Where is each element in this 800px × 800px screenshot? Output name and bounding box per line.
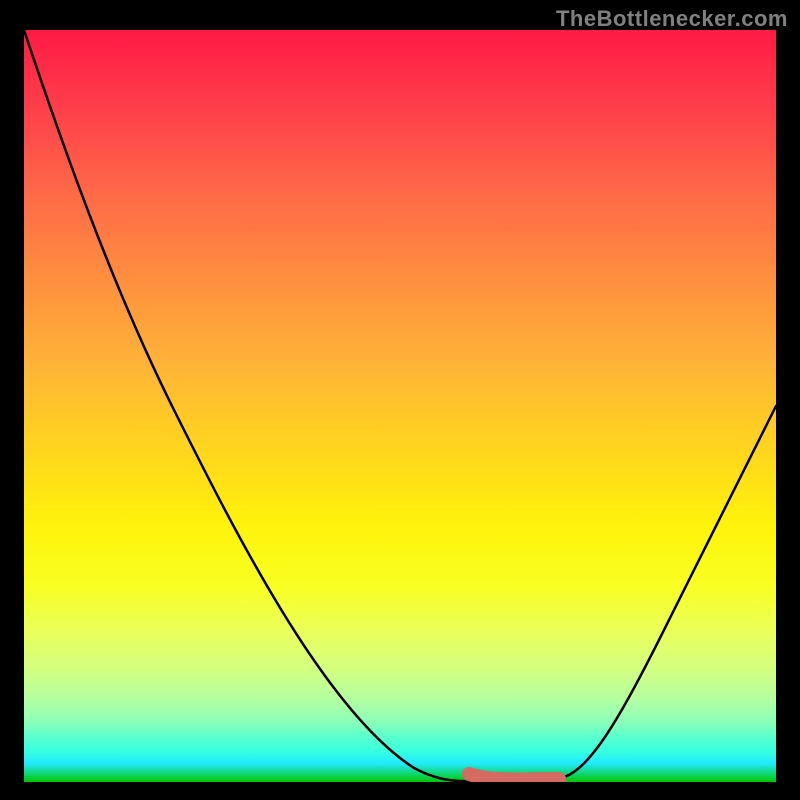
- chart-container: TheBottlenecker.com: [0, 0, 800, 800]
- optimal-range-marker: [469, 774, 559, 780]
- watermark-text: TheBottlenecker.com: [556, 6, 788, 32]
- curve-overlay: [24, 30, 776, 782]
- plot-area: [24, 30, 776, 782]
- bottleneck-curve: [24, 30, 776, 781]
